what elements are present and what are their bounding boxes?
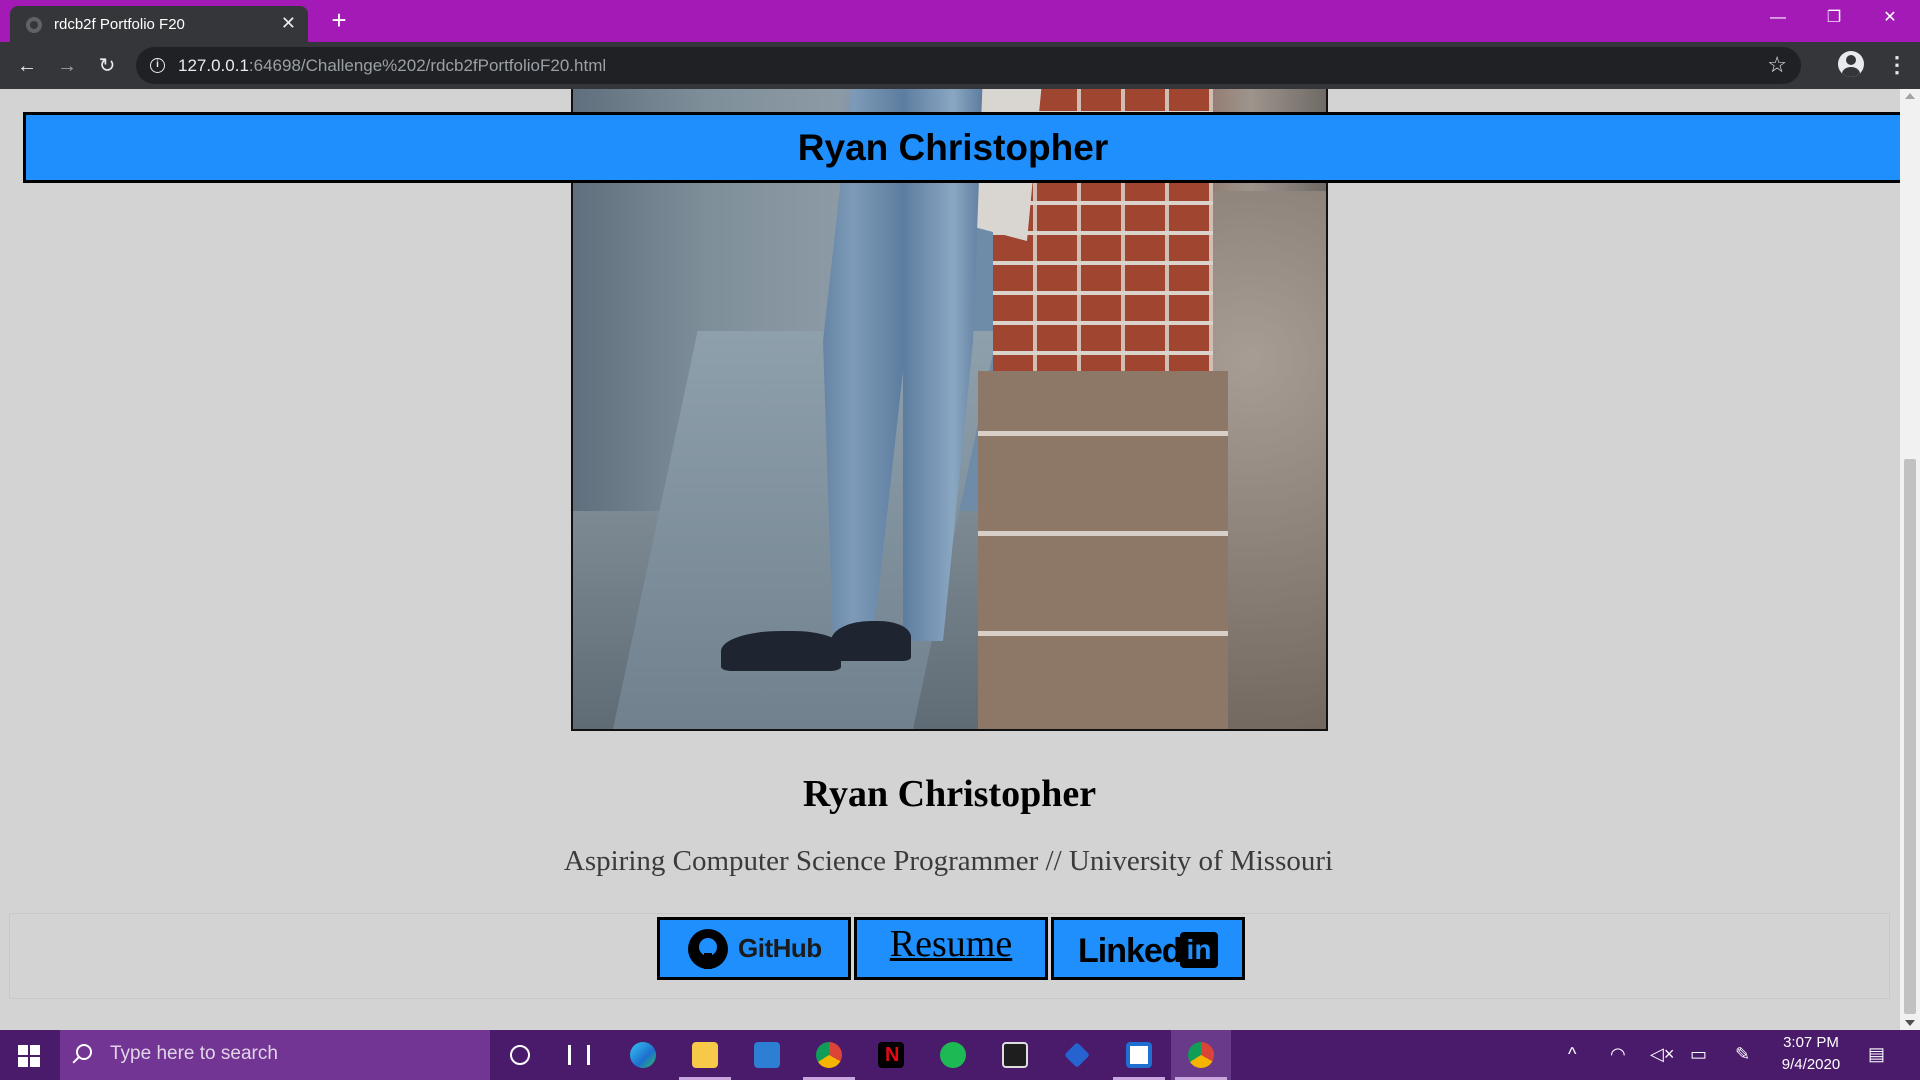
profile-icon[interactable]: [1838, 51, 1864, 77]
close-window-button[interactable]: ✕: [1862, 0, 1918, 36]
file-explorer-icon[interactable]: [675, 1030, 735, 1080]
resume-button[interactable]: Resume: [854, 917, 1048, 980]
pen-icon[interactable]: ✎: [1735, 1042, 1750, 1066]
github-icon: [688, 929, 728, 969]
profile-tagline: Aspiring Computer Science Programmer // …: [563, 845, 1334, 877]
info-icon[interactable]: i: [150, 58, 165, 73]
page-scrollbar[interactable]: [1900, 89, 1920, 1030]
scroll-up-arrow-icon[interactable]: [1905, 93, 1915, 99]
wifi-icon[interactable]: ◠: [1610, 1042, 1626, 1066]
browser-toolbar: ← → ↻ i 127.0.0.1:64698/Challenge%202/rd…: [0, 42, 1920, 89]
browser-menu-icon[interactable]: ⋮: [1886, 51, 1908, 79]
social-links: GitHub Resume Linked in: [9, 913, 1890, 999]
search-placeholder: Type here to search: [110, 1043, 278, 1064]
back-button[interactable]: ←: [12, 51, 42, 81]
cortana-icon[interactable]: [510, 1045, 530, 1065]
terminal-icon[interactable]: [985, 1030, 1045, 1080]
snip-icon[interactable]: [1109, 1030, 1169, 1080]
windows-start-icon[interactable]: [18, 1045, 40, 1067]
windows-taskbar: Type here to search N ^ ◠ ◁× ▭ ✎ 3:07 PM…: [0, 1030, 1920, 1080]
search-icon: [76, 1044, 92, 1060]
tab-close-icon[interactable]: ✕: [281, 13, 296, 33]
taskbar-search[interactable]: Type here to search: [60, 1030, 490, 1080]
globe-icon: [26, 17, 42, 33]
address-bar[interactable]: i 127.0.0.1:64698/Challenge%202/rdcb2fPo…: [136, 47, 1801, 84]
url-text[interactable]: 127.0.0.1:64698/Challenge%202/rdcb2fPort…: [178, 56, 606, 76]
scroll-thumb[interactable]: [1904, 459, 1916, 1014]
mail-icon[interactable]: [737, 1030, 797, 1080]
clock-date[interactable]: 9/4/2020: [1766, 1056, 1856, 1073]
edge-icon[interactable]: [613, 1030, 673, 1080]
url-host: 127.0.0.1: [178, 56, 249, 75]
page-viewport: Ryan Christopher Ryan Christopher Aspiri…: [0, 89, 1900, 1030]
chrome-icon[interactable]: [799, 1030, 859, 1080]
notifications-icon[interactable]: ▤: [1868, 1042, 1885, 1066]
minimize-button[interactable]: —: [1750, 0, 1806, 36]
task-view-icon[interactable]: [568, 1045, 590, 1065]
bookmark-star-icon[interactable]: ☆: [1767, 54, 1787, 76]
volume-muted-icon[interactable]: ◁×: [1650, 1042, 1674, 1066]
linkedin-button[interactable]: Linked in: [1051, 917, 1245, 980]
spotify-icon[interactable]: [923, 1030, 983, 1080]
restore-button[interactable]: ❐: [1806, 0, 1862, 36]
clock-time[interactable]: 3:07 PM: [1766, 1034, 1856, 1051]
linkedin-label: Linked: [1078, 932, 1183, 970]
chrome-active-icon[interactable]: [1171, 1030, 1231, 1080]
tab-title: rdcb2f Portfolio F20: [54, 16, 185, 33]
url-path: :64698/Challenge%202/rdcb2fPortfolioF20.…: [248, 56, 607, 75]
site-header: Ryan Christopher: [23, 112, 1900, 183]
scroll-down-arrow-icon[interactable]: [1905, 1020, 1915, 1026]
battery-icon[interactable]: ▭: [1690, 1042, 1707, 1066]
netflix-icon[interactable]: N: [861, 1030, 921, 1080]
github-button[interactable]: GitHub: [657, 917, 851, 980]
browser-titlebar: rdcb2f Portfolio F20 ✕ + — ❐ ✕: [0, 0, 1920, 42]
new-tab-button[interactable]: +: [324, 6, 354, 36]
github-label: GitHub: [738, 933, 822, 963]
forward-button[interactable]: →: [52, 51, 82, 81]
linkedin-icon: in: [1180, 932, 1218, 968]
profile-photo: [571, 89, 1328, 731]
reload-button[interactable]: ↻: [92, 51, 122, 81]
profile-name: Ryan Christopher: [802, 773, 1097, 815]
resume-link[interactable]: Resume: [857, 922, 1045, 966]
tray-chevron-up-icon[interactable]: ^: [1568, 1042, 1576, 1066]
header-title: Ryan Christopher: [797, 127, 1109, 168]
browser-tab[interactable]: rdcb2f Portfolio F20 ✕: [10, 6, 308, 42]
todo-icon[interactable]: [1047, 1030, 1107, 1080]
